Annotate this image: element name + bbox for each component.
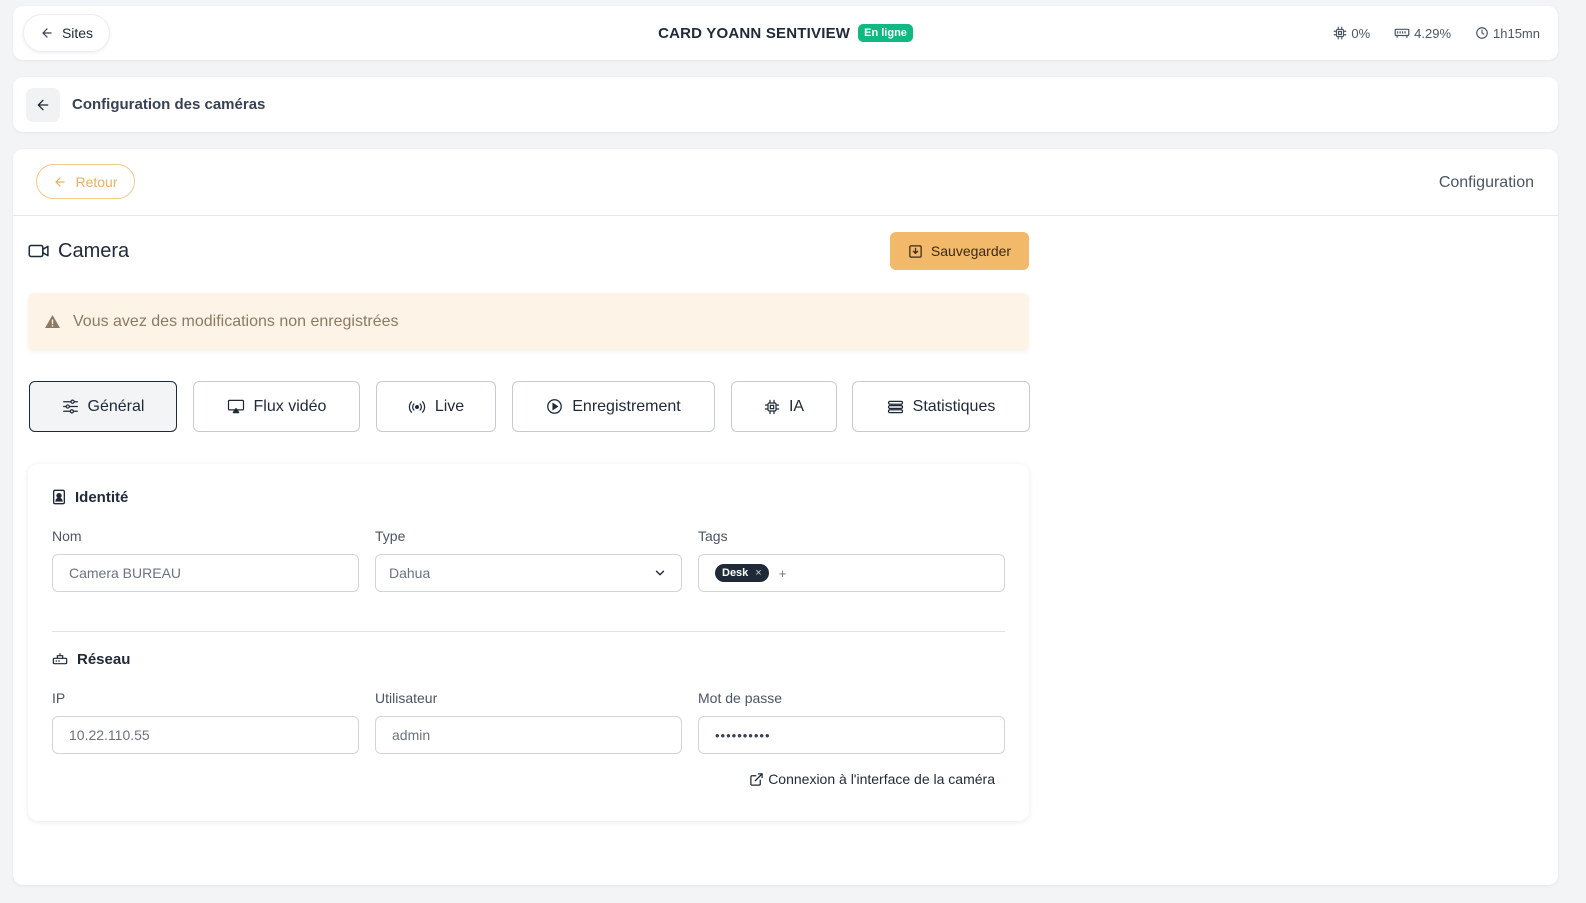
tag-chip-label: Desk: [722, 567, 749, 579]
password-value: ••••••••••: [715, 727, 771, 743]
type-select-value: Dahua: [389, 565, 431, 581]
breadcrumb: Configuration des caméras: [13, 77, 1558, 132]
sites-button-label: Sites: [61, 25, 94, 41]
memory-value: 4.29%: [1414, 25, 1452, 41]
arrow-left-icon: [53, 175, 67, 189]
user-label: Utilisateur: [375, 690, 438, 706]
back-button-label: Retour: [75, 173, 118, 190]
tab-recording-label: Enregistrement: [572, 397, 681, 415]
identity-section-title: Identité: [52, 487, 128, 507]
user-input[interactable]: [375, 716, 682, 754]
tab-live[interactable]: Live: [376, 381, 496, 432]
tags-label: Tags: [698, 528, 728, 544]
unsaved-warning: Vous avez des modifications non enregist…: [28, 293, 1029, 350]
name-input[interactable]: [52, 554, 359, 592]
id-badge-icon: [52, 489, 66, 505]
tab-statistics[interactable]: Statistiques: [852, 381, 1030, 432]
tab-general[interactable]: Général: [29, 381, 177, 432]
tag-add-icon[interactable]: +: [779, 566, 787, 581]
top-bar: Sites CARD YOANN SENTIVIEW En ligne 0% 4…: [13, 6, 1558, 60]
network-title-text: Réseau: [77, 650, 131, 668]
arrow-left-icon: [40, 26, 54, 40]
identity-title-text: Identité: [75, 488, 129, 506]
tab-recording[interactable]: Enregistrement: [512, 381, 715, 432]
tab-live-label: Live: [434, 397, 465, 415]
chevron-down-icon: [653, 566, 667, 580]
memory-stat: 4.29%: [1394, 26, 1451, 41]
cpu-value: 0%: [1351, 25, 1371, 41]
tag-chip: Desk ×: [715, 564, 769, 582]
clock-icon: [1475, 26, 1489, 40]
page-title: Configuration des caméras: [72, 96, 266, 113]
camera-interface-link[interactable]: Connexion à l'interface de la caméra: [749, 770, 995, 788]
save-button[interactable]: Sauvegarder: [890, 232, 1029, 270]
network-icon: [52, 652, 68, 666]
system-stats: 0% 4.29% 1h15mn: [1333, 6, 1540, 60]
warning-icon: [44, 314, 61, 329]
warning-text: Vous avez des modifications non enregist…: [73, 312, 399, 330]
broadcast-icon: [408, 400, 426, 414]
back-button[interactable]: Retour: [36, 164, 135, 199]
cpu-icon: [1333, 26, 1347, 40]
sites-button[interactable]: Sites: [23, 14, 110, 52]
ip-input[interactable]: [52, 716, 359, 754]
type-label: Type: [375, 528, 406, 544]
tag-remove-icon[interactable]: ×: [755, 567, 761, 579]
breadcrumb-back-button[interactable]: [26, 88, 60, 122]
screen-icon: [227, 399, 245, 414]
header-label: Configuration: [1438, 174, 1534, 191]
tab-ai-label: IA: [788, 397, 805, 415]
camera-title-text: Camera: [58, 239, 130, 262]
site-title: CARD YOANN SENTIVIEW En ligne: [13, 6, 1558, 60]
arrow-left-icon: [35, 97, 51, 113]
tags-input[interactable]: Desk × +: [698, 554, 1005, 592]
tab-general-label: Général: [87, 397, 145, 415]
tab-video-stream[interactable]: Flux vidéo: [193, 381, 360, 432]
network-section-title: Réseau: [52, 649, 130, 669]
tab-ai[interactable]: IA: [731, 381, 837, 432]
sliders-icon: [62, 399, 79, 414]
memory-icon: [1394, 26, 1410, 40]
password-label: Mot de passe: [698, 690, 783, 706]
play-circle-icon: [546, 398, 563, 415]
camera-form: Identité Nom Type Dahua Tags Desk × + Ré…: [28, 464, 1029, 821]
tab-video-stream-label: Flux vidéo: [253, 397, 327, 415]
uptime-stat: 1h15mn: [1475, 26, 1540, 41]
list-icon: [887, 400, 904, 414]
save-button-label: Sauvegarder: [930, 243, 1012, 259]
section-divider: [52, 631, 1005, 632]
main-panel: Retour Configuration Camera Sauvegarder …: [13, 149, 1558, 885]
cpu-stat: 0%: [1333, 26, 1370, 41]
name-label: Nom: [52, 528, 82, 544]
external-link-icon: [749, 772, 764, 787]
type-select[interactable]: Dahua: [375, 554, 682, 592]
save-icon: [908, 244, 923, 259]
status-badge: En ligne: [858, 24, 913, 42]
ip-label: IP: [52, 690, 66, 706]
tab-statistics-label: Statistiques: [912, 397, 996, 415]
password-input[interactable]: ••••••••••: [698, 716, 1005, 754]
site-name: CARD YOANN SENTIVIEW: [658, 24, 851, 42]
chip-icon: [764, 399, 780, 415]
camera-title: Camera: [28, 238, 129, 264]
main-header: Retour Configuration: [13, 149, 1558, 216]
video-camera-icon: [28, 243, 50, 259]
uptime-value: 1h15mn: [1493, 25, 1540, 41]
camera-interface-link-label: Connexion à l'interface de la caméra: [768, 771, 995, 787]
